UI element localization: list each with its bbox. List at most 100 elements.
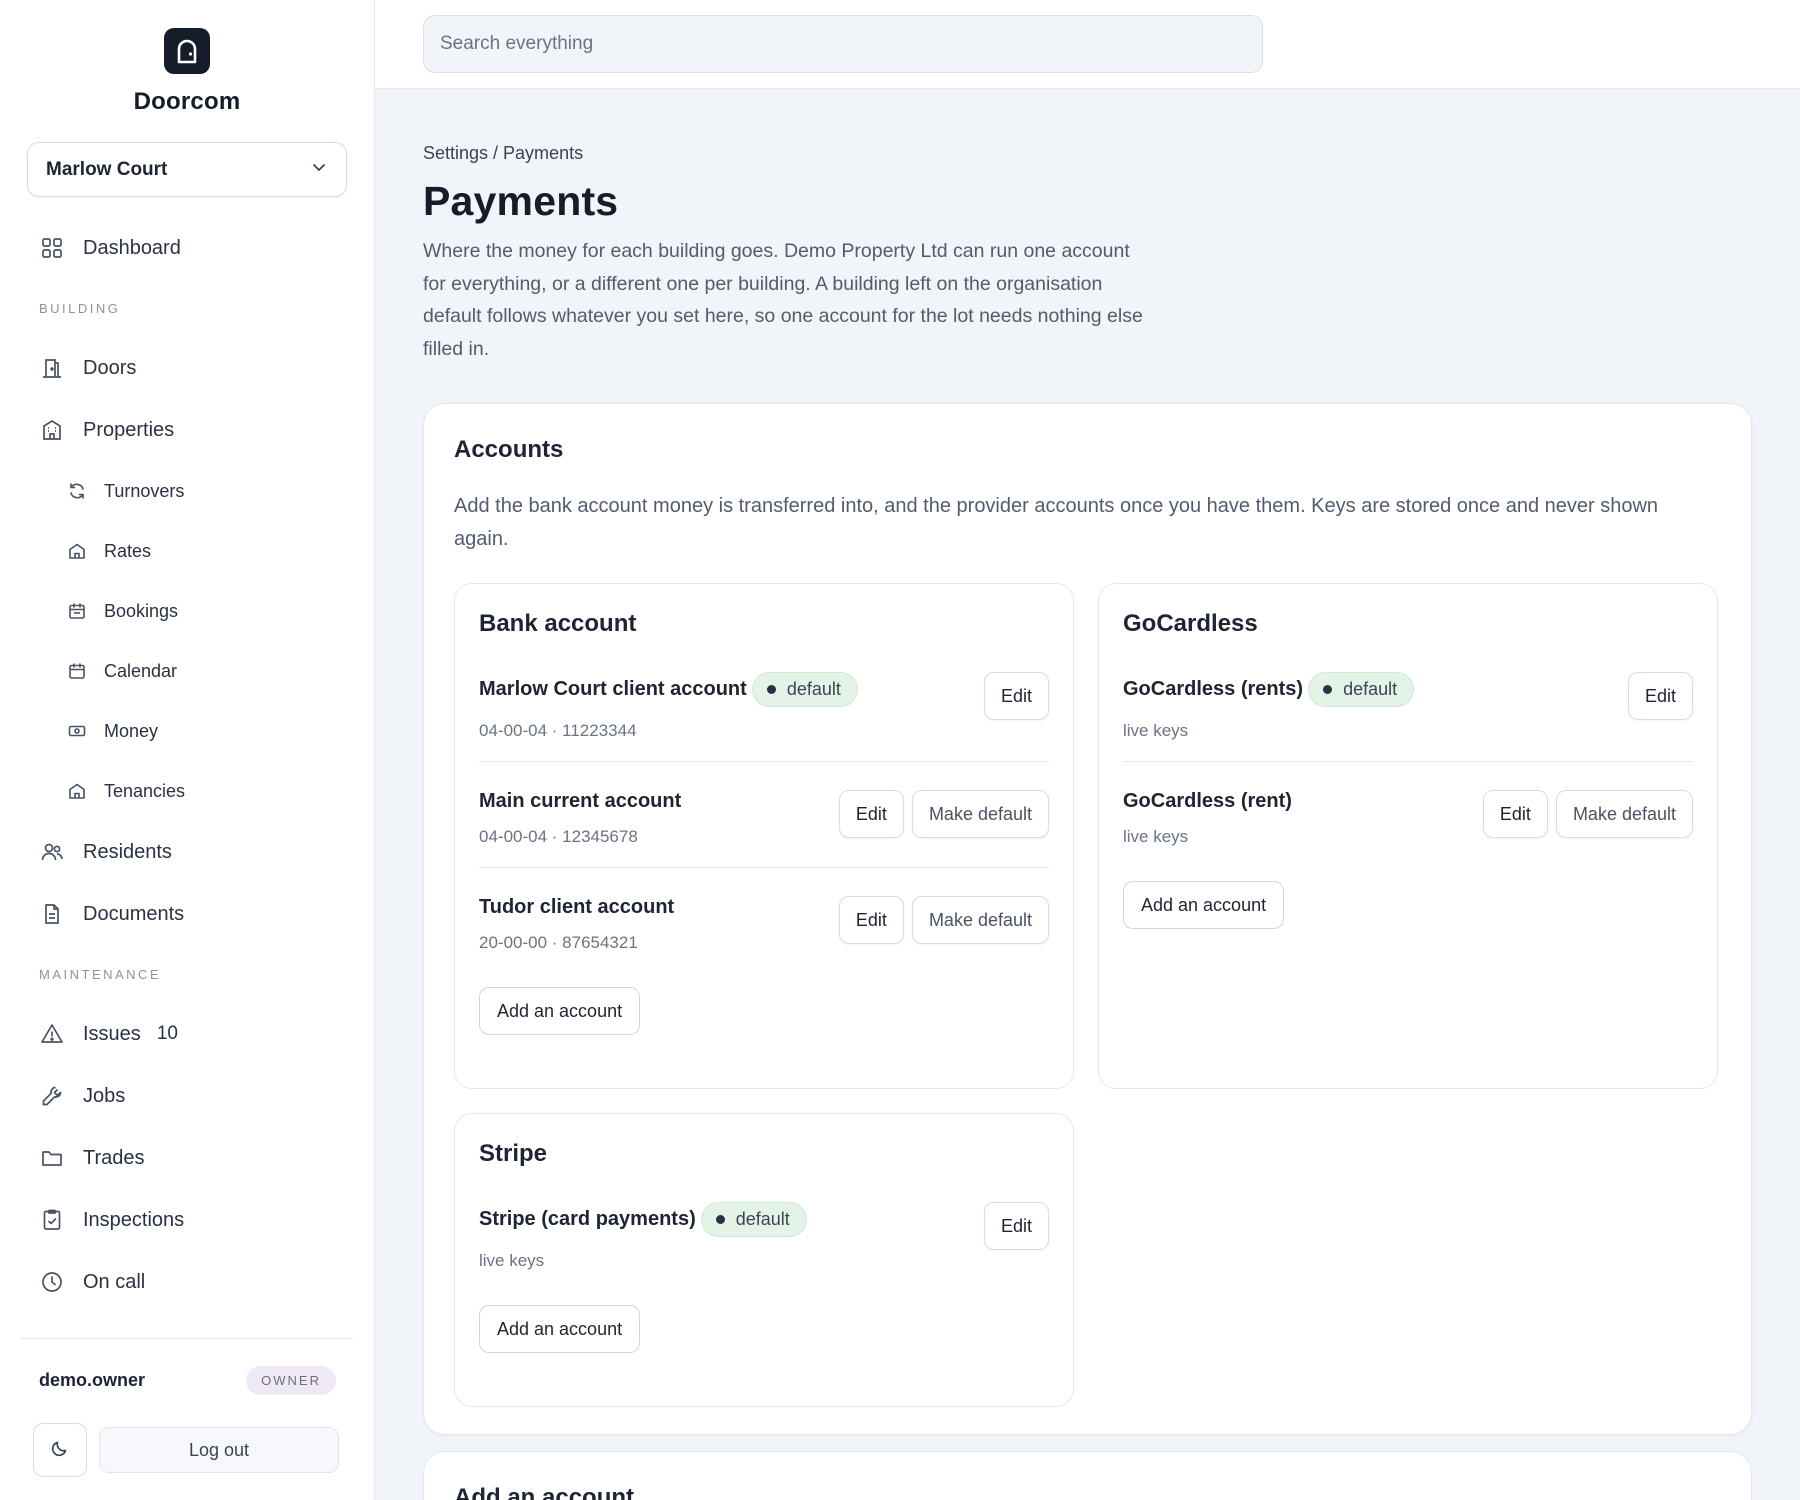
account-name: Tudor client account (479, 896, 675, 918)
account-name: GoCardless (rent) (1123, 790, 1292, 812)
account-meta: 04-00-04 · 12345678 (479, 827, 638, 846)
sidebar-item-label: Residents (83, 840, 172, 863)
sidebar-item-calendar[interactable]: Calendar (0, 641, 374, 701)
doorcom-logo-icon[interactable] (164, 28, 210, 74)
sidebar-item-label: Tenancies (104, 780, 186, 801)
panel-title: Stripe (479, 1140, 548, 1167)
make-default-button[interactable]: Make default (911, 896, 1049, 944)
sidebar-item-inspections[interactable]: Inspections (0, 1189, 374, 1251)
house-icon (66, 780, 88, 802)
sidebar-item-residents[interactable]: Residents (0, 821, 374, 883)
account-name: Main current account (479, 790, 682, 812)
sidebar-item-label: Inspections (83, 1208, 185, 1231)
house-icon (66, 540, 88, 562)
dot-icon (766, 685, 776, 694)
account-row: Marlow Court client account default 04-0… (479, 638, 1049, 762)
make-default-button[interactable]: Make default (1555, 790, 1693, 838)
sidebar-item-money[interactable]: Money (0, 701, 374, 761)
topbar: Search everything (375, 0, 1800, 89)
page-title: Payments (423, 178, 619, 224)
sidebar-item-issues[interactable]: Issues 10 (0, 1003, 374, 1065)
warning-icon (39, 1021, 65, 1047)
footer-actions: Log out (21, 1401, 353, 1477)
edit-button[interactable]: Edit (838, 896, 904, 944)
default-badge: default (1308, 672, 1415, 707)
add-gocardless-account-button[interactable]: Add an account (1123, 881, 1285, 929)
breadcrumb[interactable]: Settings / Payments (423, 143, 1752, 164)
folder-icon (39, 1145, 65, 1171)
sidebar-item-trades[interactable]: Trades (0, 1127, 374, 1189)
sidebar-nav: Dashboard BUILDING Doors Properties Turn… (0, 217, 374, 1313)
refresh-icon (66, 480, 88, 502)
add-account-card: Add an account (423, 1451, 1752, 1500)
sidebar-item-properties[interactable]: Properties (0, 399, 374, 461)
edit-button[interactable]: Edit (838, 790, 904, 838)
add-stripe-account-button[interactable]: Add an account (479, 1305, 641, 1353)
panel-title: Bank account (479, 610, 637, 637)
panel-title: GoCardless (1123, 610, 1258, 637)
sidebar-item-label: Calendar (104, 660, 178, 681)
user-name: demo.owner (39, 1369, 146, 1390)
sidebar-item-label: Issues (83, 1022, 141, 1045)
account-name: GoCardless (rents) (1123, 678, 1304, 700)
edit-button[interactable]: Edit (1482, 790, 1548, 838)
sidebar-item-label: Rates (104, 540, 152, 561)
sidebar-item-rates[interactable]: Rates (0, 521, 374, 581)
sidebar: Doorcom Marlow Court Dashboard BUILDING … (0, 0, 375, 1500)
sidebar-item-turnovers[interactable]: Turnovers (0, 461, 374, 521)
building-select-value: Marlow Court (46, 158, 168, 180)
page-description: Where the money for each building goes. … (423, 240, 1143, 360)
account-row: Stripe (card payments) default live keys… (479, 1168, 1049, 1291)
calendar-icon (66, 660, 88, 682)
building-select[interactable]: Marlow Court (27, 142, 347, 197)
sidebar-item-jobs[interactable]: Jobs (0, 1065, 374, 1127)
sidebar-item-label: Trades (83, 1146, 145, 1169)
edit-button[interactable]: Edit (983, 672, 1049, 720)
account-row: GoCardless (rent) live keys Edit Make de… (1123, 762, 1693, 867)
logout-button[interactable]: Log out (99, 1427, 339, 1473)
accounts-card-title: Accounts (454, 436, 564, 463)
moon-icon (50, 1438, 70, 1463)
default-badge-label: default (1343, 679, 1398, 699)
add-bank-account-button[interactable]: Add an account (479, 987, 641, 1035)
account-panels: Bank account Marlow Court client account… (454, 583, 1721, 1407)
brand: Doorcom (0, 0, 374, 116)
default-badge-label: default (786, 679, 841, 699)
accounts-card-description: Add the bank account money is transferre… (454, 495, 1659, 550)
sidebar-item-label: Turnovers (104, 480, 185, 501)
role-badge: OWNER (246, 1365, 336, 1395)
sidebar-item-label: Doors (83, 356, 137, 379)
account-meta: 04-00-04 · 11223344 (479, 721, 637, 740)
main-content: Search everything Settings / Payments Pa… (375, 0, 1800, 1500)
door-icon (39, 355, 65, 381)
sidebar-item-tenancies[interactable]: Tenancies (0, 761, 374, 821)
app: Doorcom Marlow Court Dashboard BUILDING … (0, 0, 1800, 1500)
wrench-icon (39, 1083, 65, 1109)
default-badge-label: default (735, 1209, 790, 1229)
sidebar-item-documents[interactable]: Documents (0, 883, 374, 945)
clock-icon (39, 1269, 65, 1295)
default-badge: default (751, 672, 858, 707)
edit-button[interactable]: Edit (1627, 672, 1693, 720)
clipboard-check-icon (39, 1207, 65, 1233)
add-account-card-title: Add an account (454, 1484, 635, 1500)
accounts-card: Accounts Add the bank account money is t… (423, 403, 1752, 1435)
sidebar-item-on-call[interactable]: On call (0, 1251, 374, 1313)
make-default-button[interactable]: Make default (911, 790, 1049, 838)
dot-icon (715, 1215, 725, 1224)
dot-icon (1323, 685, 1333, 694)
default-badge: default (700, 1202, 807, 1237)
theme-toggle-button[interactable] (33, 1423, 87, 1477)
search-input[interactable]: Search everything (423, 15, 1263, 73)
sidebar-footer: demo.owner OWNER Log out (21, 1338, 353, 1477)
gocardless-panel: GoCardless GoCardless (rents) default li… (1098, 583, 1718, 1089)
sidebar-item-label: Dashboard (83, 236, 181, 259)
sidebar-item-dashboard[interactable]: Dashboard (0, 217, 374, 279)
grid-icon (39, 235, 65, 261)
sidebar-item-bookings[interactable]: Bookings (0, 581, 374, 641)
users-icon (39, 839, 65, 865)
sidebar-item-doors[interactable]: Doors (0, 337, 374, 399)
issues-count-badge: 10 (156, 1023, 178, 1044)
account-row: Main current account 04-00-04 · 12345678… (479, 762, 1049, 868)
edit-button[interactable]: Edit (983, 1202, 1049, 1250)
